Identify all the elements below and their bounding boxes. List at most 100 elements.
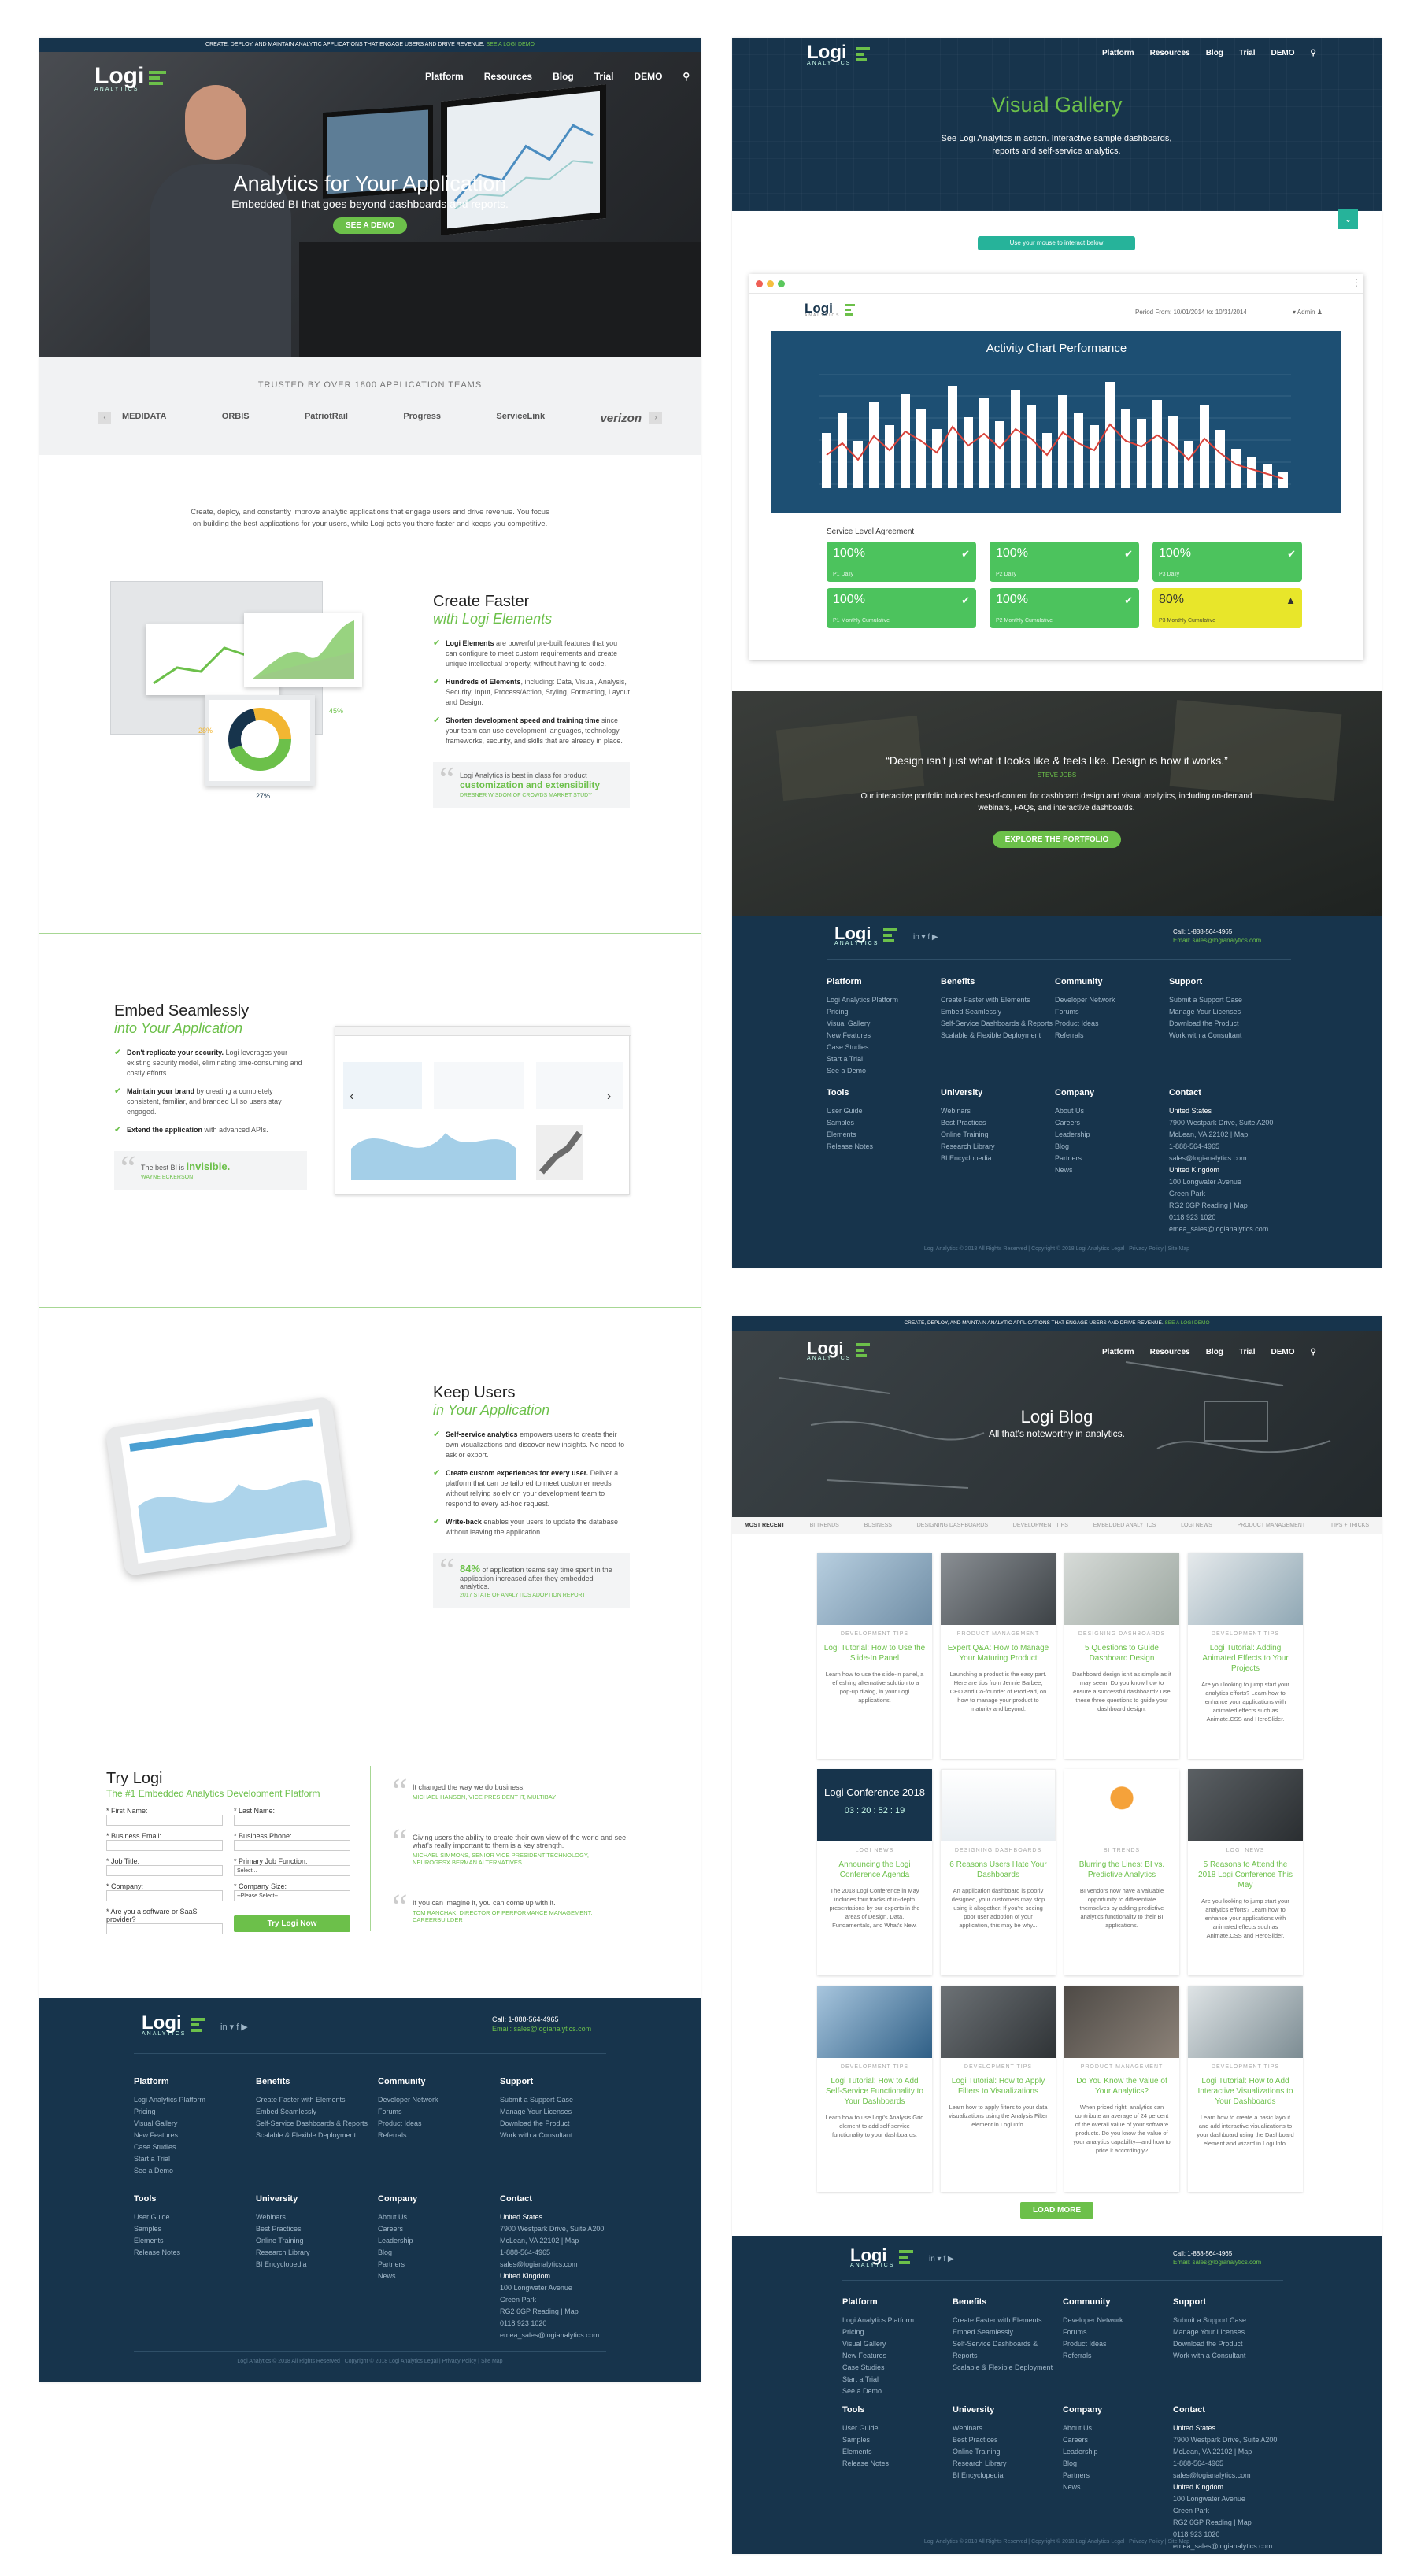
blog-card[interactable]: LOGI NEWS 5 Reasons to Attend the 2018 Lo… (1188, 1769, 1303, 1975)
tab-designing-dashboards[interactable]: DESIGNING DASHBOARDS (917, 1523, 988, 1528)
activity-bar[interactable] (885, 425, 894, 488)
nav-trial[interactable]: Trial (1239, 1348, 1256, 1356)
company-input[interactable] (106, 1890, 223, 1901)
blog-card[interactable]: DEVELOPMENT TIPS Logi Tutorial: How to Ap… (941, 1986, 1056, 2192)
sla-tile[interactable]: 80% ▲ P3 Monthly Cumulative (1152, 588, 1302, 628)
try-logi-button[interactable]: Try Logi Now (234, 1915, 350, 1932)
activity-bar[interactable] (1042, 433, 1052, 488)
tab-embedded-analytics[interactable]: EMBEDDED ANALYTICS (1093, 1523, 1156, 1528)
activity-bar[interactable] (1152, 400, 1162, 488)
blog-card[interactable]: Logi Conference 2018 03 : 20 : 52 : 19 LOG… (817, 1769, 932, 1975)
sla-tile[interactable]: 100% ✔ P3 Daily (1152, 542, 1302, 582)
window-close-icon[interactable] (756, 280, 763, 287)
logo[interactable]: Logi ANALYTICS (807, 1338, 871, 1361)
carousel-prev-icon[interactable]: ‹ (98, 412, 111, 424)
blog-card[interactable]: DESIGNING DASHBOARDS 6 Reasons Users Hate… (941, 1769, 1056, 1975)
job-title-input[interactable] (106, 1865, 223, 1876)
embed-prev-icon[interactable]: ‹ (350, 1090, 353, 1104)
nav-platform[interactable]: Platform (1102, 49, 1134, 57)
embed-next-icon[interactable]: › (607, 1090, 611, 1104)
activity-chart[interactable] (819, 374, 1291, 500)
nav-blog[interactable]: Blog (1206, 1348, 1223, 1356)
sla-tile[interactable]: 100% ✔ P1 Daily (827, 542, 976, 582)
see-demo-button[interactable]: SEE A DEMO (332, 217, 408, 234)
company-size-select[interactable]: --Please Select-- (234, 1890, 350, 1901)
activity-bar[interactable] (901, 394, 910, 488)
window-max-icon[interactable] (778, 280, 785, 287)
activity-bar[interactable] (1027, 405, 1036, 488)
demo-link[interactable]: SEE A LOGI DEMO (1164, 1320, 1209, 1326)
tab-logi-news[interactable]: LOGI NEWS (1181, 1523, 1212, 1528)
footer-email[interactable]: Email: sales@logianalytics.com (1173, 2259, 1261, 2266)
nav-blog[interactable]: Blog (553, 71, 574, 82)
blog-card[interactable]: DEVELOPMENT TIPS Logi Tutorial: How to Ad… (1188, 1986, 1303, 2192)
search-icon[interactable]: ⚲ (1311, 49, 1316, 57)
phone-input[interactable] (234, 1840, 350, 1851)
blog-card[interactable]: PRODUCT MANAGEMENT Expert Q&A: How to Man… (941, 1553, 1056, 1759)
tab-development-tips[interactable]: DEVELOPMENT TIPS (1013, 1523, 1068, 1528)
logo[interactable]: Logi ANALYTICS (94, 63, 167, 92)
activity-bar[interactable] (1121, 409, 1130, 488)
footer-logo[interactable]: Logi ANALYTICS (850, 2245, 914, 2268)
saas-select[interactable] (106, 1923, 223, 1934)
blog-card[interactable]: BI TRENDS Blurring the Lines: BI vs. Pred… (1064, 1769, 1179, 1975)
activity-bar[interactable] (948, 386, 957, 488)
activity-bar[interactable] (1105, 382, 1115, 488)
activity-bar[interactable] (1168, 416, 1178, 488)
email-input[interactable] (106, 1840, 223, 1851)
activity-bar[interactable] (1184, 441, 1193, 488)
nav-platform[interactable]: Platform (1102, 1348, 1134, 1356)
activity-bar[interactable] (1200, 405, 1209, 488)
activity-bar[interactable] (1247, 457, 1256, 488)
activity-bar[interactable] (932, 429, 942, 488)
blog-card[interactable]: DEVELOPMENT TIPS Logi Tutorial: How to Ad… (817, 1986, 932, 2192)
blog-card[interactable]: DEVELOPMENT TIPS Logi Tutorial: Adding An… (1188, 1553, 1303, 1759)
activity-bar[interactable] (869, 402, 879, 488)
activity-bar[interactable] (916, 409, 926, 488)
activity-bar[interactable] (1137, 419, 1146, 488)
sla-tile[interactable]: 100% ✔ P1 Monthly Cumulative (827, 588, 976, 628)
footer-logo[interactable]: Logi ANALYTICS (834, 923, 898, 946)
nav-resources[interactable]: Resources (484, 71, 532, 82)
footer-logo[interactable]: Logi ANALYTICS (142, 2012, 205, 2037)
period-filter[interactable]: Period From: 10/01/2014 to: 10/31/2014 (1135, 309, 1247, 316)
nav-blog[interactable]: Blog (1206, 49, 1223, 57)
activity-bar[interactable] (1263, 464, 1272, 488)
activity-bar[interactable] (1011, 390, 1020, 488)
scroll-down-icon[interactable]: ⌄ (1338, 209, 1358, 229)
tab-tips-tricks[interactable]: TIPS + TRICKS (1330, 1523, 1369, 1528)
social-icons[interactable]: in ▾ f ▶ (220, 2022, 248, 2032)
activity-bar[interactable] (964, 417, 973, 488)
first-name-input[interactable] (106, 1815, 223, 1826)
blog-card[interactable]: DESIGNING DASHBOARDS 5 Questions to Guide… (1064, 1553, 1179, 1759)
activity-bar[interactable] (995, 421, 1004, 488)
admin-menu[interactable]: ▾ Admin ♟ (1293, 309, 1323, 316)
window-min-icon[interactable] (767, 280, 774, 287)
blog-card[interactable]: DEVELOPMENT TIPS Logi Tutorial: How to Us… (817, 1553, 932, 1759)
tab-product-management[interactable]: PRODUCT MANAGEMENT (1238, 1523, 1306, 1528)
activity-bar[interactable] (1074, 413, 1083, 488)
load-more-button[interactable]: LOAD MORE (1019, 2202, 1094, 2219)
search-icon[interactable]: ⚲ (1311, 1348, 1316, 1356)
nav-resources[interactable]: Resources (1150, 1348, 1190, 1356)
activity-bar[interactable] (1278, 472, 1288, 488)
activity-bar[interactable] (1231, 449, 1241, 488)
logo[interactable]: Logi ANALYTICS (807, 42, 871, 66)
nav-platform[interactable]: Platform (425, 71, 464, 82)
tab-bi-trends[interactable]: BI TRENDS (810, 1523, 839, 1528)
activity-bar[interactable] (1058, 395, 1067, 488)
activity-bar[interactable] (853, 441, 863, 488)
activity-bar[interactable] (1090, 425, 1099, 488)
social-icons[interactable]: in ▾ f ▶ (913, 933, 938, 942)
nav-trial[interactable]: Trial (594, 71, 614, 82)
menu-dots-icon[interactable]: ⋮ (1352, 277, 1361, 288)
tab-most-recent[interactable]: MOST RECENT (745, 1523, 785, 1528)
search-icon[interactable]: ⚲ (683, 71, 690, 82)
last-name-input[interactable] (234, 1815, 350, 1826)
nav-demo[interactable]: DEMO (1271, 49, 1295, 57)
activity-bar[interactable] (838, 413, 847, 488)
demo-link[interactable]: SEE A LOGI DEMO (486, 42, 534, 47)
activity-bar[interactable] (1215, 430, 1225, 488)
footer-email[interactable]: Email: sales@logianalytics.com (492, 2025, 591, 2033)
activity-bar[interactable] (979, 398, 989, 488)
